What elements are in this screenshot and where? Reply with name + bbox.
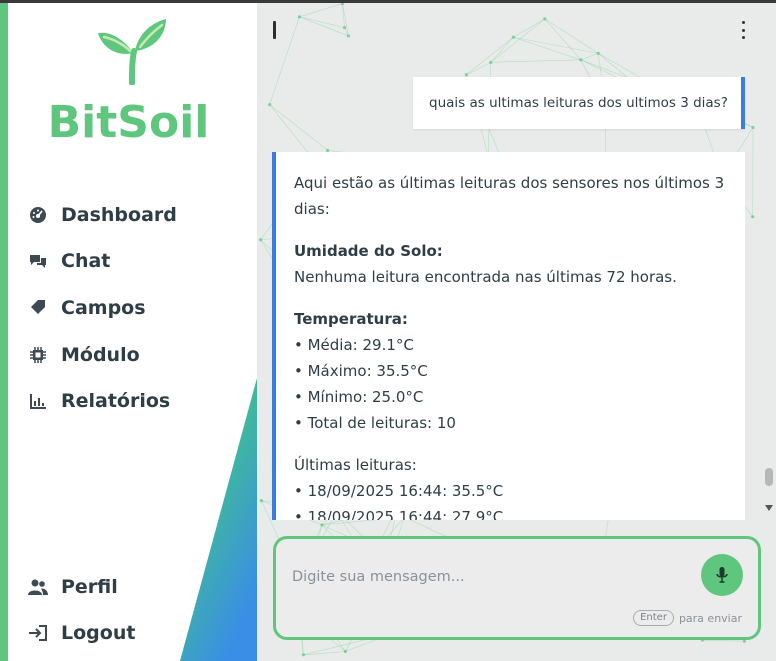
message-input[interactable] xyxy=(292,563,672,591)
sidebar-item-dashboard[interactable]: Dashboard xyxy=(28,200,177,230)
user-message-bubble: quais as ultimas leituras dos ultimos 3 … xyxy=(413,77,745,129)
network-node xyxy=(301,653,306,657)
network-node xyxy=(340,3,345,6)
bot-intro: Aqui estão as últimas leituras dos senso… xyxy=(294,174,725,218)
bot-message-bubble: Aqui estão as últimas leituras dos senso… xyxy=(272,152,745,520)
network-line xyxy=(490,59,581,63)
network-node xyxy=(543,17,547,21)
microphone-icon xyxy=(716,567,728,583)
network-line xyxy=(580,53,599,61)
network-node xyxy=(342,26,347,30)
temperature-item: • Mínimo: 25.0°C xyxy=(294,388,424,406)
users-icon xyxy=(28,577,48,597)
network-node xyxy=(320,523,324,527)
network-line xyxy=(342,3,349,37)
last-reading-item: • 18/09/2025 16:44: 27.9°C xyxy=(294,508,504,520)
network-line xyxy=(299,16,349,37)
sidebar-item-campos[interactable]: Campos xyxy=(28,293,146,323)
temperature-item: • Máximo: 35.5°C xyxy=(294,362,428,380)
network-line xyxy=(342,3,345,28)
network-node xyxy=(259,238,263,242)
network-line xyxy=(269,104,328,151)
send-hint: Enter para enviar xyxy=(633,610,742,626)
gauge-icon xyxy=(28,205,48,225)
logout-icon xyxy=(28,623,48,643)
network-node xyxy=(511,35,515,39)
network-line xyxy=(299,16,345,28)
temperature-heading: Temperatura: xyxy=(294,310,408,328)
network-node xyxy=(268,103,272,107)
messages-scrollbar[interactable] xyxy=(762,333,776,523)
network-line xyxy=(490,37,514,63)
sidebar-item-relatorios[interactable]: Relatórios xyxy=(28,386,170,416)
temperature-item: • Total de leituras: 10 xyxy=(294,414,456,432)
chip-icon xyxy=(28,345,48,365)
sidebar-item-label: Módulo xyxy=(61,344,140,366)
soil-heading: Umidade do Solo: xyxy=(294,242,443,260)
last-readings-section: Últimas leituras: • 18/09/2025 16:44: 35… xyxy=(294,452,729,520)
last-readings-heading: Últimas leituras: xyxy=(294,456,417,474)
sidebar-item-logout[interactable]: Logout xyxy=(28,618,135,648)
sidebar-item-label: Dashboard xyxy=(61,204,177,226)
user-message-text: quais as ultimas leituras dos ultimos 3 … xyxy=(429,95,728,111)
scrollbar-thumb[interactable] xyxy=(765,468,773,486)
sidebar-item-label: Chat xyxy=(61,250,111,272)
sidebar-item-label: Campos xyxy=(61,297,146,319)
message-composer: Enter para enviar xyxy=(273,536,761,640)
sidebar-item-perfil[interactable]: Perfil xyxy=(28,572,118,602)
sidebar-toggle-handle[interactable] xyxy=(273,21,276,39)
chat-panel: quais as ultimas leituras dos ultimos 3 … xyxy=(257,3,776,661)
sidebar-item-label: Logout xyxy=(61,622,136,644)
scroll-down-arrow-icon[interactable] xyxy=(765,505,773,511)
more-options-icon[interactable] xyxy=(737,21,749,39)
network-line xyxy=(702,639,745,642)
network-node xyxy=(751,215,755,219)
tag-icon xyxy=(28,298,48,318)
network-node xyxy=(297,15,302,19)
last-reading-item: • 18/09/2025 16:44: 35.5°C xyxy=(294,482,504,500)
network-node xyxy=(489,60,493,64)
chat-bubbles-icon xyxy=(28,251,48,271)
network-node xyxy=(742,639,747,643)
sidebar-item-modulo[interactable]: Módulo xyxy=(28,340,140,370)
sidebar-item-label: Relatórios xyxy=(61,390,171,412)
network-line xyxy=(513,18,545,38)
network-line xyxy=(299,3,343,18)
soil-section: Umidade do Solo: Nenhuma leitura encontr… xyxy=(294,238,729,290)
enter-key-badge: Enter xyxy=(633,610,674,626)
network-node xyxy=(346,34,351,38)
sidebar: BitSoil Dashboard Chat Campos Módulo Rel… xyxy=(0,3,257,661)
network-node xyxy=(751,125,755,130)
network-node xyxy=(464,73,468,77)
bar-chart-icon xyxy=(28,391,48,411)
network-line xyxy=(466,62,491,76)
network-node xyxy=(596,51,600,55)
network-node xyxy=(343,649,348,654)
network-node xyxy=(259,499,263,503)
sidebar-item-chat[interactable]: Chat xyxy=(28,246,110,276)
temperature-item: • Média: 29.1°C xyxy=(294,336,414,354)
microphone-button[interactable] xyxy=(701,554,743,596)
network-line xyxy=(490,18,545,63)
send-hint-text: para enviar xyxy=(678,611,742,625)
sprout-logo-icon xyxy=(98,19,166,85)
brand-name: BitSoil xyxy=(47,97,210,148)
soil-text: Nenhuma leitura encontrada nas últimas 7… xyxy=(294,268,677,286)
network-node xyxy=(579,58,583,62)
temperature-section: Temperatura: • Média: 29.1°C • Máximo: 3… xyxy=(294,306,729,436)
sidebar-item-label: Perfil xyxy=(61,576,118,598)
network-line xyxy=(466,37,514,75)
